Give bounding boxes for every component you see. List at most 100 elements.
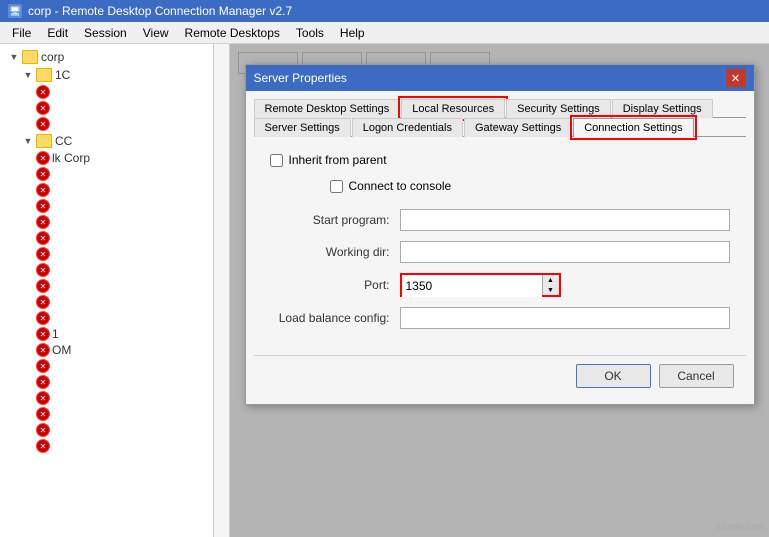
tree-scrollbar[interactable] bbox=[213, 44, 229, 537]
error-icon bbox=[36, 407, 50, 421]
inherit-from-parent-row: Inherit from parent bbox=[270, 153, 730, 167]
tree-label: OM bbox=[52, 343, 71, 357]
port-input[interactable] bbox=[402, 275, 542, 297]
menu-remote-desktops[interactable]: Remote Desktops bbox=[177, 24, 288, 42]
dialog-close-button[interactable]: ✕ bbox=[726, 69, 746, 87]
list-item[interactable] bbox=[4, 278, 209, 294]
inherit-from-parent-label: Inherit from parent bbox=[289, 153, 387, 167]
dialog-title-bar: Server Properties ✕ bbox=[246, 65, 754, 91]
error-icon bbox=[36, 327, 50, 341]
form-area: Inherit from parent Connect to console S… bbox=[254, 145, 746, 347]
tab-display-settings[interactable]: Display Settings bbox=[612, 99, 713, 118]
error-icon bbox=[36, 199, 50, 213]
tree-node-1[interactable]: 1 bbox=[4, 326, 209, 342]
list-item[interactable] bbox=[4, 214, 209, 230]
tab-remote-desktop-settings[interactable]: Remote Desktop Settings bbox=[254, 99, 401, 118]
tree-node-cc[interactable]: ▼ CC bbox=[4, 132, 209, 150]
tab-security-settings[interactable]: Security Settings bbox=[506, 99, 611, 118]
port-container: ▲ ▼ bbox=[400, 273, 561, 297]
expand-icon: ▼ bbox=[6, 49, 22, 65]
port-spin-down[interactable]: ▼ bbox=[543, 285, 559, 295]
folder-icon bbox=[36, 134, 52, 148]
error-icon bbox=[36, 295, 50, 309]
tree-node-lkcorp[interactable]: lk Corp bbox=[4, 150, 209, 166]
list-item[interactable] bbox=[4, 310, 209, 326]
tab-local-resources[interactable]: Local Resources bbox=[401, 99, 505, 118]
list-item[interactable] bbox=[4, 294, 209, 310]
list-item[interactable] bbox=[4, 116, 209, 132]
error-icon bbox=[36, 279, 50, 293]
error-icon bbox=[36, 423, 50, 437]
tree-label: corp bbox=[41, 50, 64, 64]
error-icon bbox=[36, 231, 50, 245]
list-item[interactable] bbox=[4, 262, 209, 278]
list-item[interactable] bbox=[4, 358, 209, 374]
error-icon bbox=[36, 263, 50, 277]
error-icon bbox=[36, 167, 50, 181]
tab-row-2: Server Settings Logon Credentials Gatewa… bbox=[254, 118, 746, 137]
tab-row-1: Remote Desktop Settings Local Resources … bbox=[254, 99, 746, 118]
tab-server-settings[interactable]: Server Settings bbox=[254, 118, 351, 137]
dialog-body: Remote Desktop Settings Local Resources … bbox=[246, 91, 754, 404]
connect-to-console-checkbox[interactable] bbox=[330, 180, 343, 193]
error-icon bbox=[36, 117, 50, 131]
list-item[interactable] bbox=[4, 198, 209, 214]
list-item[interactable] bbox=[4, 374, 209, 390]
port-row: Port: ▲ ▼ bbox=[270, 273, 730, 297]
menu-bar: File Edit Session View Remote Desktops T… bbox=[0, 22, 769, 44]
menu-session[interactable]: Session bbox=[76, 24, 135, 42]
folder-icon bbox=[22, 50, 38, 64]
tab-logon-credentials[interactable]: Logon Credentials bbox=[352, 118, 463, 137]
error-icon bbox=[36, 247, 50, 261]
menu-tools[interactable]: Tools bbox=[288, 24, 332, 42]
inherit-from-parent-checkbox[interactable] bbox=[270, 154, 283, 167]
start-program-input[interactable] bbox=[400, 209, 730, 231]
working-dir-row: Working dir: bbox=[270, 241, 730, 263]
load-balance-label: Load balance config: bbox=[270, 311, 390, 325]
ok-button[interactable]: OK bbox=[576, 364, 651, 388]
title-text: corp - Remote Desktop Connection Manager… bbox=[28, 4, 292, 18]
port-label: Port: bbox=[270, 278, 390, 292]
tree-node-om[interactable]: OM bbox=[4, 342, 209, 358]
dialog-title-text: Server Properties bbox=[254, 71, 347, 85]
list-item[interactable] bbox=[4, 406, 209, 422]
port-spin-up[interactable]: ▲ bbox=[543, 275, 559, 285]
menu-help[interactable]: Help bbox=[332, 24, 373, 42]
tree-node-corp[interactable]: ▼ corp bbox=[4, 48, 209, 66]
tab-connection-settings[interactable]: Connection Settings bbox=[573, 118, 693, 137]
list-item[interactable] bbox=[4, 182, 209, 198]
dialog-overlay: Server Properties ✕ Remote Desktop Setti… bbox=[230, 44, 769, 537]
list-item[interactable] bbox=[4, 166, 209, 182]
list-item[interactable] bbox=[4, 230, 209, 246]
port-spin-buttons: ▲ ▼ bbox=[542, 275, 559, 295]
watermark: wsxdn.com bbox=[715, 522, 765, 533]
list-item[interactable] bbox=[4, 246, 209, 262]
tree-node-1c[interactable]: ▼ 1C bbox=[4, 66, 209, 84]
error-icon bbox=[36, 375, 50, 389]
working-dir-input[interactable] bbox=[400, 241, 730, 263]
expand-icon: ▼ bbox=[20, 67, 36, 83]
working-dir-label: Working dir: bbox=[270, 245, 390, 259]
list-item[interactable] bbox=[4, 422, 209, 438]
list-item[interactable] bbox=[4, 438, 209, 454]
tree-content: ▼ corp ▼ 1C bbox=[0, 44, 213, 458]
menu-file[interactable]: File bbox=[4, 24, 39, 42]
dialog-footer: OK Cancel bbox=[254, 355, 746, 396]
list-item[interactable] bbox=[4, 390, 209, 406]
cancel-button[interactable]: Cancel bbox=[659, 364, 734, 388]
error-icon bbox=[36, 343, 50, 357]
list-item[interactable] bbox=[4, 84, 209, 100]
menu-edit[interactable]: Edit bbox=[39, 24, 76, 42]
error-icon bbox=[36, 391, 50, 405]
load-balance-input[interactable] bbox=[400, 307, 730, 329]
title-bar: 🖥 corp - Remote Desktop Connection Manag… bbox=[0, 0, 769, 22]
error-icon bbox=[36, 215, 50, 229]
error-icon bbox=[36, 151, 50, 165]
list-item[interactable] bbox=[4, 100, 209, 116]
menu-view[interactable]: View bbox=[135, 24, 177, 42]
start-program-label: Start program: bbox=[270, 213, 390, 227]
start-program-row: Start program: bbox=[270, 209, 730, 231]
error-icon bbox=[36, 101, 50, 115]
tab-gateway-settings[interactable]: Gateway Settings bbox=[464, 118, 572, 137]
error-icon bbox=[36, 183, 50, 197]
